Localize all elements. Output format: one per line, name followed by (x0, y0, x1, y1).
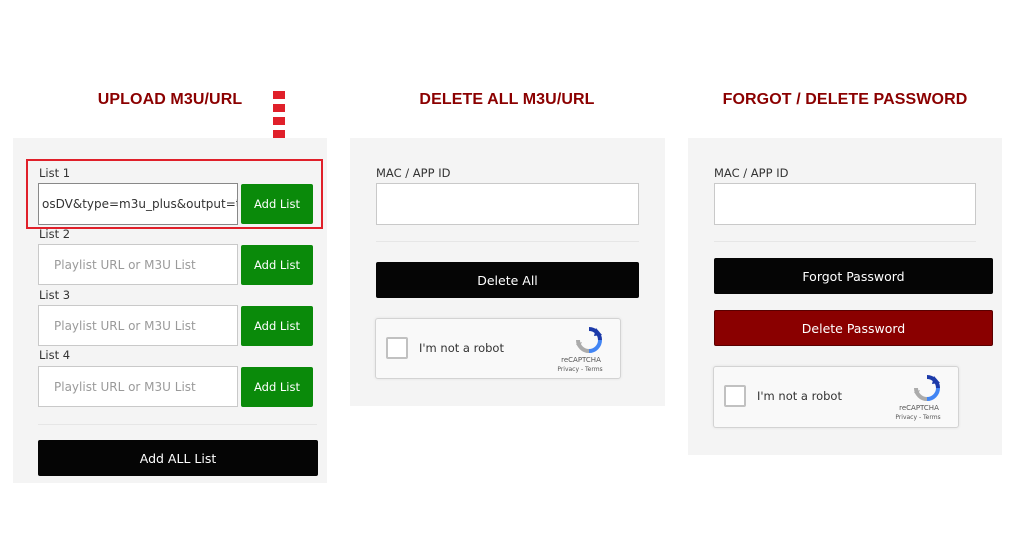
delete-recaptcha-brand: reCAPTCHA (561, 356, 601, 364)
list-2-label: List 2 (39, 227, 71, 241)
upload-heading: UPLOAD M3U/URL (97, 91, 243, 108)
list-4-add-button[interactable]: Add List (241, 367, 313, 407)
delete-mac-input[interactable] (376, 183, 639, 225)
forgot-recaptcha: I'm not a robot reCAPTCHA Privacy - Term… (713, 366, 959, 428)
forgot-recaptcha-brand: reCAPTCHA (899, 404, 939, 412)
list-2-input[interactable]: Playlist URL or M3U List (38, 244, 238, 285)
forgot-mac-input[interactable] (714, 183, 976, 225)
list-3-add-button[interactable]: Add List (241, 306, 313, 346)
delete-heading: DELETE ALL M3U/URL (419, 91, 595, 108)
forgot-divider (714, 241, 976, 242)
list-4-label: List 4 (39, 348, 71, 362)
recaptcha-logo-icon (914, 375, 940, 401)
list-3-input[interactable]: Playlist URL or M3U List (38, 305, 238, 346)
forgot-password-button[interactable]: Forgot Password (714, 258, 993, 294)
forgot-recaptcha-links[interactable]: Privacy - Terms (888, 414, 948, 421)
delete-recaptcha-checkbox[interactable] (386, 337, 408, 359)
forgot-recaptcha-checkbox[interactable] (724, 385, 746, 407)
delete-mac-label: MAC / APP ID (376, 166, 451, 180)
list-1-highlight (26, 159, 323, 229)
list-4-input[interactable]: Playlist URL or M3U List (38, 366, 238, 407)
list-2-add-button[interactable]: Add List (241, 245, 313, 285)
delete-recaptcha-text: I'm not a robot (419, 341, 504, 355)
delete-divider (376, 241, 639, 242)
upload-divider (38, 424, 317, 425)
delete-all-button[interactable]: Delete All (376, 262, 639, 298)
forgot-mac-label: MAC / APP ID (714, 166, 789, 180)
delete-recaptcha-links[interactable]: Privacy - Terms (550, 366, 610, 373)
recaptcha-logo-icon (576, 327, 602, 353)
forgot-heading: FORGOT / DELETE PASSWORD (722, 91, 968, 108)
delete-recaptcha: I'm not a robot reCAPTCHA Privacy - Term… (375, 318, 621, 379)
list-3-label: List 3 (39, 288, 71, 302)
forgot-recaptcha-text: I'm not a robot (757, 389, 842, 403)
delete-password-button[interactable]: Delete Password (714, 310, 993, 346)
add-all-list-button[interactable]: Add ALL List (38, 440, 318, 476)
